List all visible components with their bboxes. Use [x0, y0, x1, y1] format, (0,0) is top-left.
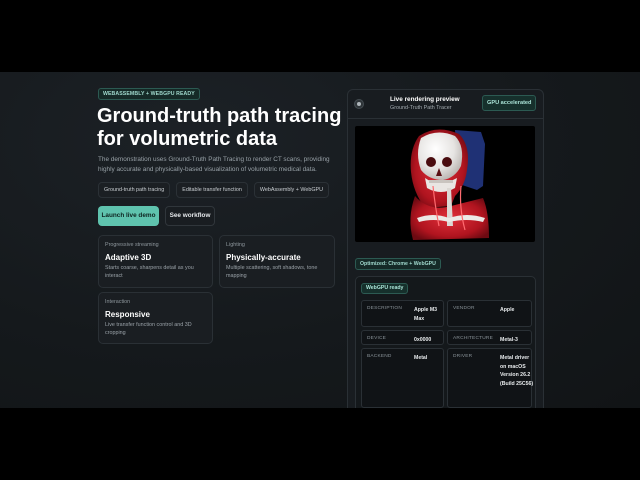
preview-title: Live rendering preview [390, 96, 460, 103]
feature-kicker: Progressive streaming [105, 242, 159, 248]
feature-card-adaptive: Progressive streaming Adaptive 3D Starts… [98, 235, 213, 288]
see-workflow-button[interactable]: See workflow [165, 206, 215, 226]
info-key: DEVICE [367, 336, 387, 341]
hero-title-line-1: Ground-truth path tracing [97, 105, 342, 127]
feature-kicker: Lighting [226, 242, 245, 248]
info-value: Metal-3 [500, 337, 518, 343]
info-key: VENDOR [453, 306, 475, 311]
render-viewport[interactable] [355, 126, 535, 242]
hero-title: Ground-truth path tracing for volumetric… [97, 105, 347, 151]
feature-title: Physically-accurate [226, 253, 301, 262]
chip-transfer-function: Editable transfer function [176, 182, 248, 198]
info-key: DESCRIPTION [367, 306, 402, 311]
hero-description: The demonstration uses Ground-Truth Path… [98, 156, 330, 173]
ct-render-image [410, 129, 489, 240]
app-page: WEBASSEMBLY + WEBGPU READY Ground-truth … [0, 72, 640, 408]
launch-demo-button[interactable]: Launch live demo [98, 206, 159, 226]
webgpu-ready-badge: WebGPU ready [361, 283, 409, 294]
gpu-accelerated-badge: GPU accelerated [482, 95, 537, 111]
feature-card-lighting: Lighting Physically-accurate Multiple sc… [219, 235, 335, 288]
feature-card-interaction: Interaction Responsive Live transfer fun… [98, 292, 213, 344]
record-indicator-icon [354, 99, 364, 109]
info-value: 0x0000 [414, 337, 432, 343]
preview-panel: Live rendering preview Ground-Truth Path… [347, 89, 544, 408]
feature-chips: Ground-truth path tracing Editable trans… [98, 182, 330, 198]
preview-header: Live rendering preview Ground-Truth Path… [348, 90, 543, 119]
chip-path-tracing: Ground-truth path tracing [98, 182, 171, 198]
feature-kicker: Interaction [105, 299, 131, 305]
info-key: ARCHITECTURE [453, 336, 493, 341]
preview-subtitle: Ground-Truth Path Tracer [390, 105, 452, 111]
hero-title-line-2: for volumetric data [97, 128, 278, 150]
optimized-badge: Optimized: Chrome + WebGPU [355, 258, 441, 270]
info-cell-vendor: VENDOR Apple [447, 300, 532, 327]
info-key: DRIVER [453, 354, 473, 359]
tech-badge: WEBASSEMBLY + WEBGPU READY [98, 88, 200, 100]
info-value: Apple [500, 307, 515, 313]
info-value: Metal driver on macOS Version 26.2 (Buil… [500, 355, 534, 387]
info-value: Apple M3 Max [414, 307, 438, 322]
feature-description: Starts coarse, sharpens detail as you in… [105, 265, 194, 279]
info-cell-device: DEVICE 0x0000 [361, 330, 444, 345]
info-cell-description: DESCRIPTION Apple M3 Max [361, 300, 444, 327]
info-key: BACKEND [367, 354, 392, 359]
feature-title: Responsive [105, 310, 150, 319]
info-cell-backend: BACKEND Metal [361, 348, 444, 408]
info-cell-driver: DRIVER Metal driver on macOS Version 26.… [447, 348, 534, 408]
feature-description: Multiple scattering, soft shadows, tone … [226, 265, 318, 279]
gpu-info-box: WebGPU ready DESCRIPTION Apple M3 Max VE… [355, 276, 536, 408]
info-value: Metal [414, 355, 428, 361]
chip-webassembly: WebAssembly + WebGPU [253, 182, 330, 198]
feature-title: Adaptive 3D [105, 253, 152, 262]
info-cell-architecture: ARCHITECTURE Metal-3 [447, 330, 532, 345]
feature-description: Live transfer function control and 3D cr… [105, 322, 192, 336]
